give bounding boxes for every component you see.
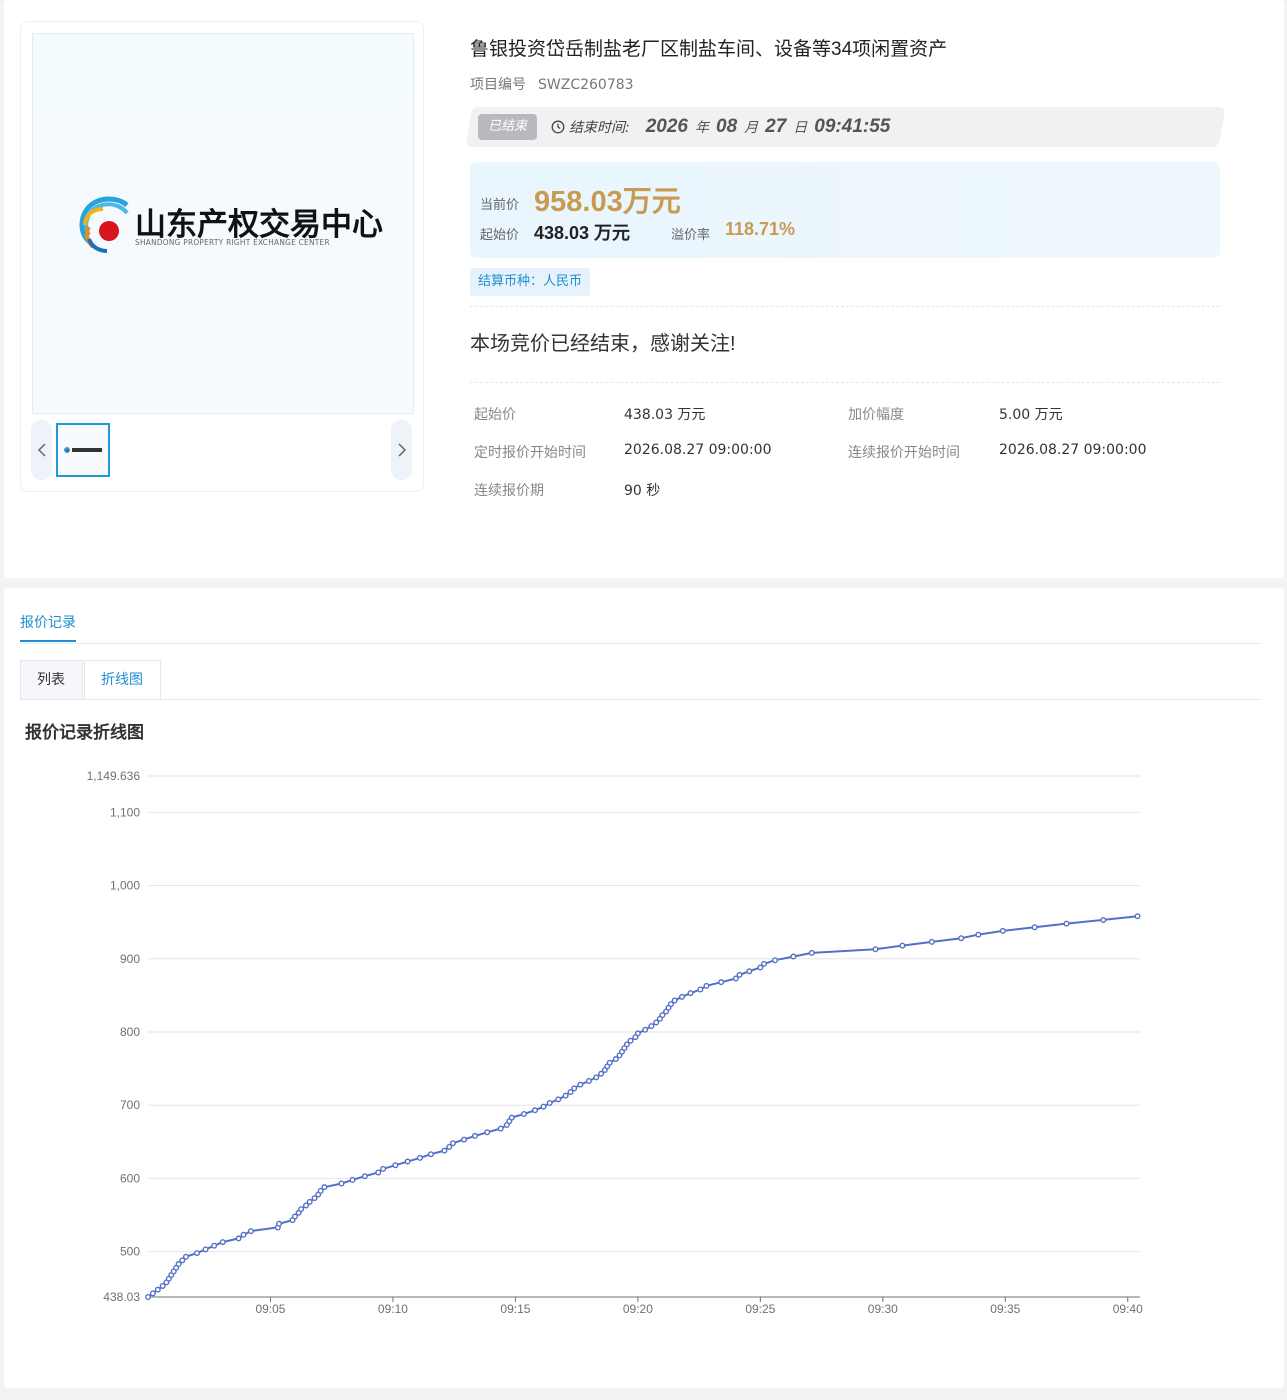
y-tick-label: 700: [120, 1098, 140, 1112]
data-point: [375, 1169, 382, 1176]
data-point: [154, 1286, 161, 1293]
y-tick-label: 600: [120, 1171, 140, 1185]
bid-line-chart: 438.03 500 600 700 800 900 1,000 1,100 1,149.636…: [87, 769, 1143, 1316]
data-point: [449, 1140, 456, 1147]
data-point: [416, 1154, 423, 1161]
data-point: [1031, 924, 1038, 931]
data-point: [958, 935, 965, 942]
data-point: [1100, 916, 1107, 923]
data-point: [697, 986, 704, 993]
data-point: [642, 1026, 649, 1033]
data-point: [772, 957, 779, 964]
data-point: [219, 1239, 226, 1246]
data-point: [899, 942, 906, 949]
data-point: [671, 997, 678, 1004]
x-tick-label: 09:30: [868, 1302, 898, 1316]
data-point: [736, 971, 743, 978]
data-point: [460, 1136, 467, 1143]
data-point: [606, 1059, 613, 1066]
x-tick-label: 09:15: [500, 1302, 530, 1316]
data-point: [1134, 913, 1141, 920]
y-tick-label: 1,000: [110, 879, 140, 893]
data-point: [235, 1235, 242, 1242]
data-point: [193, 1250, 200, 1257]
data-point: [627, 1037, 634, 1044]
x-tick-label: 09:40: [1113, 1302, 1143, 1316]
data-point: [508, 1114, 515, 1121]
data-point: [1063, 920, 1070, 927]
y-tick-label: 500: [120, 1245, 140, 1259]
data-point: [349, 1176, 356, 1183]
data-point: [182, 1253, 189, 1260]
data-point: [240, 1231, 247, 1238]
data-point: [149, 1290, 156, 1297]
data-point: [562, 1092, 569, 1099]
data-point: [392, 1162, 399, 1169]
data-point: [577, 1081, 584, 1088]
data-point: [338, 1180, 345, 1187]
data-point: [471, 1132, 478, 1139]
data-point: [202, 1246, 209, 1253]
data-point: [540, 1103, 547, 1110]
data-point: [380, 1165, 387, 1172]
data-point: [872, 946, 879, 953]
data-point: [144, 1293, 151, 1300]
data-point: [555, 1096, 562, 1103]
data-point: [484, 1129, 491, 1136]
data-point: [404, 1158, 411, 1165]
data-point: [427, 1151, 434, 1158]
series-line: [147, 915, 1138, 1298]
data-point: [546, 1099, 553, 1106]
data-point: [520, 1110, 527, 1117]
y-tick-label: 1,149.636: [87, 769, 141, 783]
data-point: [634, 1030, 641, 1037]
data-point: [678, 993, 685, 1000]
data-point: [718, 979, 725, 986]
data-point: [321, 1184, 328, 1191]
data-point: [975, 931, 982, 938]
data-point: [532, 1107, 539, 1114]
data-point: [999, 927, 1006, 934]
data-point: [361, 1173, 368, 1180]
x-tick-label: 09:20: [623, 1302, 653, 1316]
x-tick-label: 09:05: [255, 1302, 285, 1316]
data-point: [687, 990, 694, 997]
data-point: [571, 1085, 578, 1092]
y-tick-label: 1,100: [110, 805, 140, 819]
data-point: [276, 1220, 283, 1227]
data-point: [928, 938, 935, 945]
y-tick-label: 800: [120, 1025, 140, 1039]
data-point: [648, 1023, 655, 1030]
data-point: [247, 1228, 254, 1235]
data-point: [441, 1147, 448, 1154]
data-point: [746, 968, 753, 975]
data-point: [306, 1198, 313, 1205]
x-tick-label: 09:35: [990, 1302, 1020, 1316]
data-point: [211, 1242, 218, 1249]
data-point: [585, 1078, 592, 1085]
y-tick-label: 900: [120, 952, 140, 966]
data-point: [761, 960, 768, 967]
data-point: [808, 949, 815, 956]
y-tick-label: 438.03: [103, 1290, 140, 1304]
data-point: [298, 1206, 305, 1213]
data-point: [703, 982, 710, 989]
x-tick-label: 09:25: [745, 1302, 775, 1316]
data-point: [593, 1074, 600, 1081]
data-point: [790, 953, 797, 960]
x-tick-label: 09:10: [378, 1302, 408, 1316]
data-point: [497, 1125, 504, 1132]
